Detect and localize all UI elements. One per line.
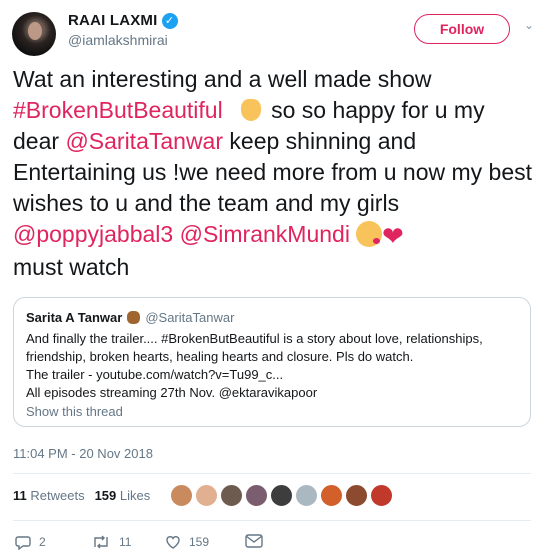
direct-message-button[interactable]	[245, 534, 263, 548]
quoted-line: The trailer - youtube.com/watch?v=Tu99_c…	[26, 367, 284, 382]
retweets-label: Retweets	[30, 488, 85, 503]
verified-badge-icon: ✓	[161, 12, 178, 29]
quoted-body: And finally the trailer.... #BrokenButBe…	[26, 330, 522, 402]
likes-stat[interactable]: 159 Likes	[95, 488, 151, 503]
divider	[13, 473, 531, 474]
mention-link[interactable]: @SaritaTanwar	[65, 128, 223, 154]
like-button[interactable]: 159	[165, 534, 209, 550]
avatar[interactable]	[12, 12, 56, 56]
quoted-line: friendship, broken hearts, healing heart…	[26, 349, 414, 364]
retweets-count: 11	[13, 488, 27, 503]
tweet-stats: 11 Retweets 159 Likes	[13, 488, 150, 503]
reply-icon	[15, 536, 31, 550]
heart-emoji-icon: ❤	[381, 221, 404, 251]
tweet-timestamp[interactable]: 11:04 PM - 20 Nov 2018	[13, 446, 153, 461]
envelope-icon	[245, 534, 263, 548]
display-name[interactable]: RAAI LAXMI	[68, 12, 158, 29]
quoted-line: All episodes streaming 27th Nov. @ektara…	[26, 385, 318, 400]
likes-label: Likes	[119, 488, 151, 503]
kiss-face-emoji-icon	[355, 221, 382, 247]
owl-emoji-icon	[127, 311, 141, 324]
retweet-icon	[94, 535, 108, 549]
chevron-down-icon[interactable]: ⌄	[524, 18, 534, 32]
retweets-stat[interactable]: 11 Retweets	[13, 488, 85, 503]
quoted-user-row: Sarita A Tanwar @SaritaTanwar	[26, 310, 234, 325]
mention-link[interactable]: @poppyjabbal3	[13, 221, 173, 247]
liker-avatar[interactable]	[320, 484, 343, 507]
follow-button[interactable]: Follow	[414, 14, 510, 44]
tweet-text: Wat an interesting and a well made show …	[13, 64, 533, 283]
tweet-header: RAAI LAXMI ✓ @iamlakshmirai Follow ⌄	[0, 0, 544, 60]
quoted-line: And finally the trailer.... #BrokenButBe…	[26, 331, 483, 346]
user-handle[interactable]: @iamlakshmirai	[68, 32, 168, 48]
retweet-count: 11	[119, 535, 132, 549]
liker-avatar[interactable]	[345, 484, 368, 507]
mention-link[interactable]: @SimrankMundi	[180, 221, 350, 247]
reply-count: 2	[39, 535, 46, 549]
reply-button[interactable]: 2	[15, 534, 46, 550]
quoted-display-name: Sarita A Tanwar	[26, 310, 123, 325]
quoted-handle: @SaritaTanwar	[145, 310, 235, 325]
liker-avatar[interactable]	[195, 484, 218, 507]
user-name-row[interactable]: RAAI LAXMI ✓	[68, 12, 178, 29]
liker-avatar[interactable]	[220, 484, 243, 507]
hashtag-link[interactable]: #BrokenButBeautiful	[13, 97, 223, 123]
tweet-text-part: must watch	[13, 254, 130, 280]
like-count: 159	[189, 535, 210, 549]
divider	[13, 520, 531, 521]
liker-avatar[interactable]	[270, 484, 293, 507]
quoted-tweet[interactable]: Sarita A Tanwar @SaritaTanwar And finall…	[13, 297, 531, 427]
liker-avatars	[170, 484, 393, 507]
likes-count: 159	[94, 488, 117, 503]
liker-avatar[interactable]	[245, 484, 268, 507]
retweet-button[interactable]: 11	[91, 534, 131, 550]
tweet-text-part: Wat an interesting and a well made show	[13, 66, 432, 92]
liker-avatar[interactable]	[295, 484, 318, 507]
heart-icon	[166, 536, 180, 549]
liker-avatar[interactable]	[370, 484, 393, 507]
show-thread-link[interactable]: Show this thread	[26, 404, 123, 419]
liker-avatar[interactable]	[170, 484, 193, 507]
ok-hand-emoji-icon	[240, 99, 261, 121]
tweet-actions: 2 11 159	[13, 534, 313, 551]
